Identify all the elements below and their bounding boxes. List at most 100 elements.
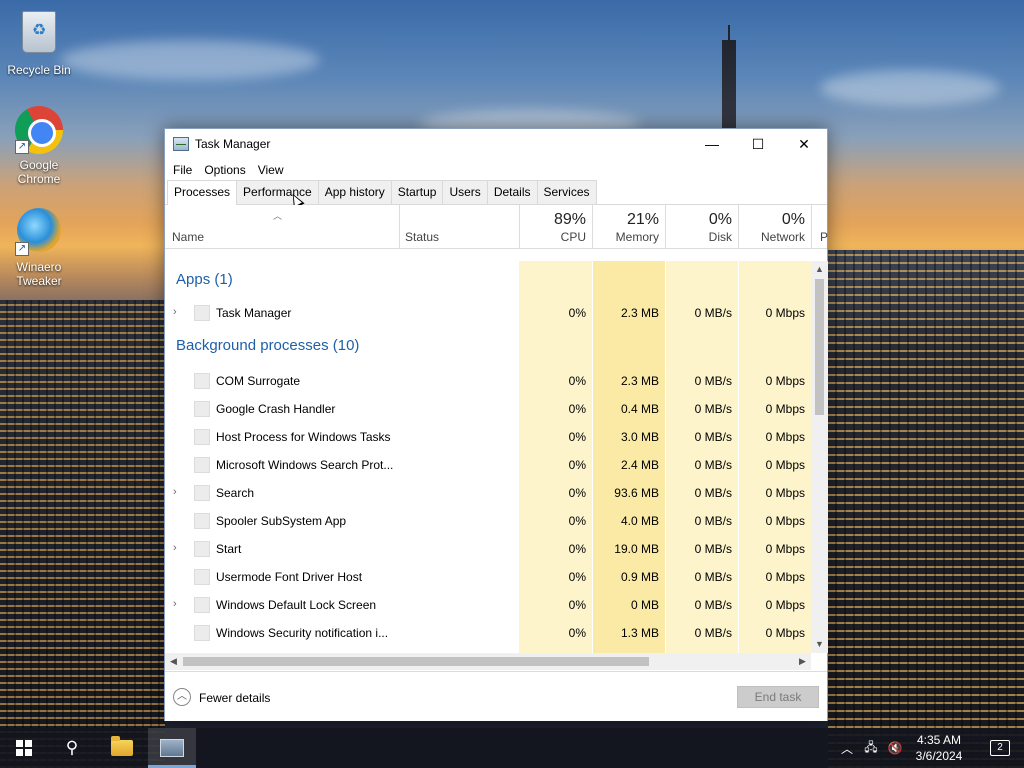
expand-chevron-icon[interactable]: › [173,306,177,318]
table-row[interactable]: › Windows Default Lock Screen 0% 0 MB 0 MB/s… [165,591,811,619]
table-row[interactable]: Windows Security notification i... 0% 1.3 … [165,619,811,647]
process-name: Task Manager [216,306,292,320]
menu-file[interactable]: File [167,163,198,177]
tab-performance[interactable]: Performance [236,180,319,204]
table-row[interactable]: Google Crash Handler 0% 0.4 MB 0 MB/s 0 Mbps [165,395,811,423]
taskbar-task-manager[interactable] [148,728,196,768]
volume-muted-icon: 🔇 [887,741,903,755]
maximize-button[interactable]: ☐ [735,129,781,159]
sort-ascending-icon: ︿ [273,211,283,221]
disk-cell: 0 MB/s [694,402,732,416]
close-button[interactable]: ✕ [781,129,827,159]
tab-users[interactable]: Users [442,180,488,204]
table-row[interactable]: › Start 0% 19.0 MB 0 MB/s 0 Mbps [165,535,811,563]
table-row[interactable]: Spooler SubSystem App 0% 4.0 MB 0 MB/s 0 Mbp… [165,507,811,535]
clock[interactable]: 4:35 AM 3/6/2024 [906,728,972,768]
tab-app-history[interactable]: App history [317,180,392,204]
column-header-status[interactable]: Status [405,230,439,244]
process-name: COM Surrogate [216,374,301,388]
cpu-cell: 0% [568,458,586,472]
network-tray-button[interactable]: 🖧 [860,728,882,768]
scroll-left-icon[interactable]: ◀ [165,653,182,670]
desktop-icon-google-chrome[interactable]: ↗ Google Chrome [1,106,77,186]
column-header-memory[interactable]: Memory [592,230,659,244]
scroll-up-icon[interactable]: ▲ [811,261,828,278]
search-button[interactable]: ⚲ [48,728,96,768]
title-bar[interactable]: Task Manager — ☐ ✕ [165,129,827,159]
expand-chevron-icon[interactable]: › [173,598,177,610]
network-cell: 0 Mbps [765,570,805,584]
disk-cell: 0 MB/s [694,306,732,320]
table-row[interactable]: Host Process for Windows Tasks 0% 3.0 MB 0 … [165,423,811,451]
process-icon [194,625,210,641]
table-row[interactable]: Usermode Font Driver Host 0% 0.9 MB 0 MB/s 0… [165,563,811,591]
disk-cell: 0 MB/s [694,486,732,500]
column-header-network[interactable]: Network [738,230,805,244]
process-name: Usermode Font Driver Host [216,570,363,584]
process-name: Spooler SubSystem App [216,514,347,528]
vertical-scroll-thumb[interactable] [815,279,824,415]
cpu-cell: 0% [568,514,586,528]
minimize-button[interactable]: — [689,129,735,159]
column-header-disk[interactable]: Disk [665,230,732,244]
action-center-button[interactable]: 2 [980,728,1020,768]
memory-cell: 2.4 MB [620,458,659,472]
memory-usage-percent: 21% [626,211,659,228]
file-explorer-icon [111,736,133,756]
cpu-cell: 0% [568,542,586,556]
network-cell: 0 Mbps [765,542,805,556]
network-cell: 0 Mbps [765,626,805,640]
cpu-cell: 0% [568,598,586,612]
start-button[interactable] [0,728,48,768]
window-title: Task Manager [195,137,271,151]
desktop-icon-label: Recycle Bin [7,63,71,77]
footer-bar: ︿ Fewer details End task [165,671,827,721]
volume-tray-button[interactable]: 🔇 [884,728,906,768]
notification-count: 2 [997,742,1003,753]
taskbar: ⚲ ︿ 🖧 🔇 4:35 AM 3/6/2024 2 [0,728,1024,768]
recycle-bin-icon [15,11,63,59]
vertical-scrollbar[interactable]: ▲ ▼ [811,261,828,653]
chevron-up-circle-icon[interactable]: ︿ [173,688,191,706]
search-icon: ⚲ [65,738,79,757]
table-row[interactable]: › Task Manager 0% 2.3 MB 0 MB/s 0 Mbps [165,299,811,327]
show-hidden-icons-button[interactable]: ︿ [838,728,856,768]
menu-view[interactable]: View [252,163,290,177]
desktop-icon-winaero-tweaker[interactable]: ↗ Winaero Tweaker [1,206,77,288]
expand-chevron-icon[interactable]: › [173,542,177,554]
tab-processes[interactable]: Processes [167,180,238,205]
menu-bar: File Options View [165,159,827,181]
network-usage-percent: 0% [781,211,805,228]
expand-chevron-icon[interactable]: › [173,486,177,498]
table-row[interactable]: COM Surrogate 0% 2.3 MB 0 MB/s 0 Mbps [165,367,811,395]
clock-time: 4:35 AM [916,733,962,747]
end-task-button[interactable]: End task [737,686,819,708]
process-icon [194,373,210,389]
table-row[interactable]: › Search 0% 93.6 MB 0 MB/s 0 Mbps [165,479,811,507]
table-row[interactable]: Microsoft Windows Search Prot... 0% 2.4 MB… [165,451,811,479]
fewer-details-link[interactable]: Fewer details [199,691,270,705]
menu-options[interactable]: Options [198,163,251,177]
process-icon [194,513,210,529]
column-header-cpu[interactable]: CPU [519,230,586,244]
cpu-cell: 0% [568,570,586,584]
memory-cell: 0.9 MB [620,570,659,584]
desktop-icon-recycle-bin[interactable]: Recycle Bin [1,8,77,77]
network-cell: 0 Mbps [765,458,805,472]
tab-services[interactable]: Services [536,180,597,204]
column-header-name[interactable]: Name [172,230,204,244]
tab-details[interactable]: Details [486,180,538,204]
tab-startup[interactable]: Startup [390,180,444,204]
task-manager-icon [173,137,189,151]
horizontal-scroll-thumb[interactable] [183,657,649,666]
group-header-apps: Apps (1) [165,261,811,295]
horizontal-scrollbar[interactable]: ◀ ▶ [165,653,811,670]
column-header-power-truncated[interactable]: P [820,230,828,244]
taskbar-file-explorer[interactable] [98,728,146,768]
desktop-icon-label: Winaero Tweaker [16,260,62,288]
process-icon [194,401,210,417]
scroll-right-icon[interactable]: ▶ [794,653,811,670]
scroll-down-icon[interactable]: ▼ [811,636,828,653]
network-cell: 0 Mbps [765,374,805,388]
group-title: Background processes (10) [176,337,360,354]
